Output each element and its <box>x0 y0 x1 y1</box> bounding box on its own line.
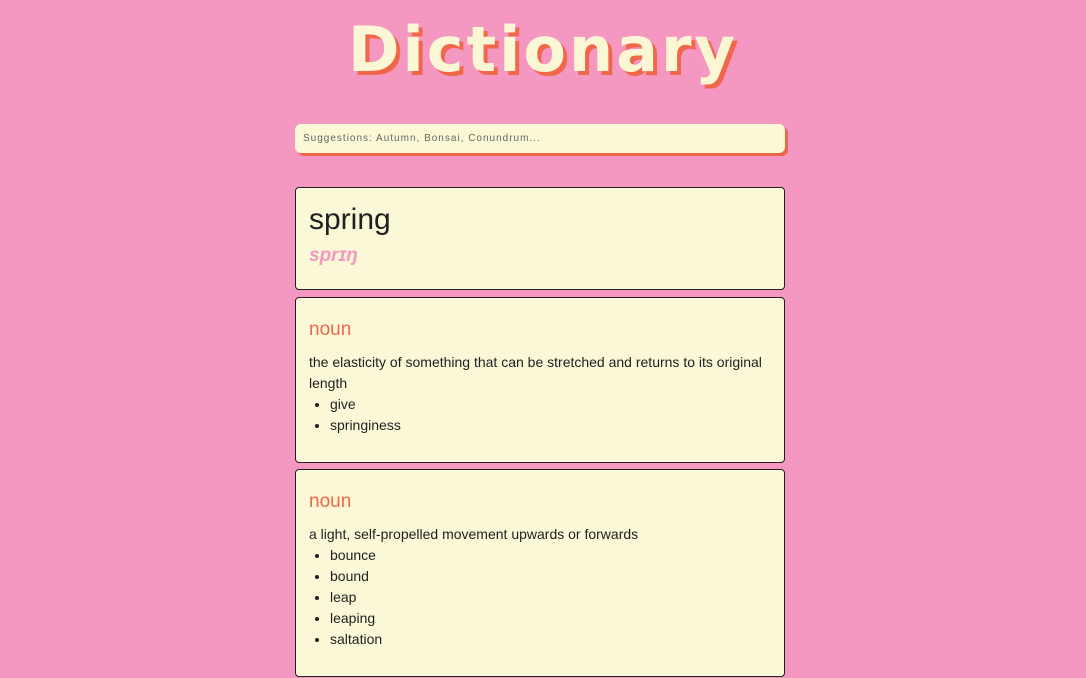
definition-text: a light, self-propelled movement upwards… <box>309 526 639 542</box>
meaning-card: noun a light, self-propelled movement up… <box>295 469 785 677</box>
search-bar <box>295 124 785 153</box>
synonym-item: springiness <box>330 415 771 436</box>
synonym-item: bound <box>330 566 771 587</box>
synonym-list: bounce bound leap leaping saltation <box>309 545 771 650</box>
part-of-speech: noun <box>309 319 352 340</box>
synonym-list: give springiness <box>309 394 771 436</box>
synonym-item: give <box>330 394 771 415</box>
part-of-speech: noun <box>309 491 352 512</box>
app-header: Dictionary <box>0 10 1086 90</box>
synonym-item: bounce <box>330 545 771 566</box>
word-heading: spring <box>309 203 391 236</box>
synonym-item: leap <box>330 587 771 608</box>
word-card: spring sprɪŋ <box>295 187 785 290</box>
definition-text: the elasticity of something that can be … <box>309 354 762 391</box>
phonetic-text: sprɪŋ <box>309 245 358 266</box>
meaning-card: noun the elasticity of something that ca… <box>295 297 785 463</box>
synonym-item: saltation <box>330 629 771 650</box>
search-input[interactable] <box>295 124 785 153</box>
app-title: Dictionary <box>348 13 738 86</box>
synonym-item: leaping <box>330 608 771 629</box>
